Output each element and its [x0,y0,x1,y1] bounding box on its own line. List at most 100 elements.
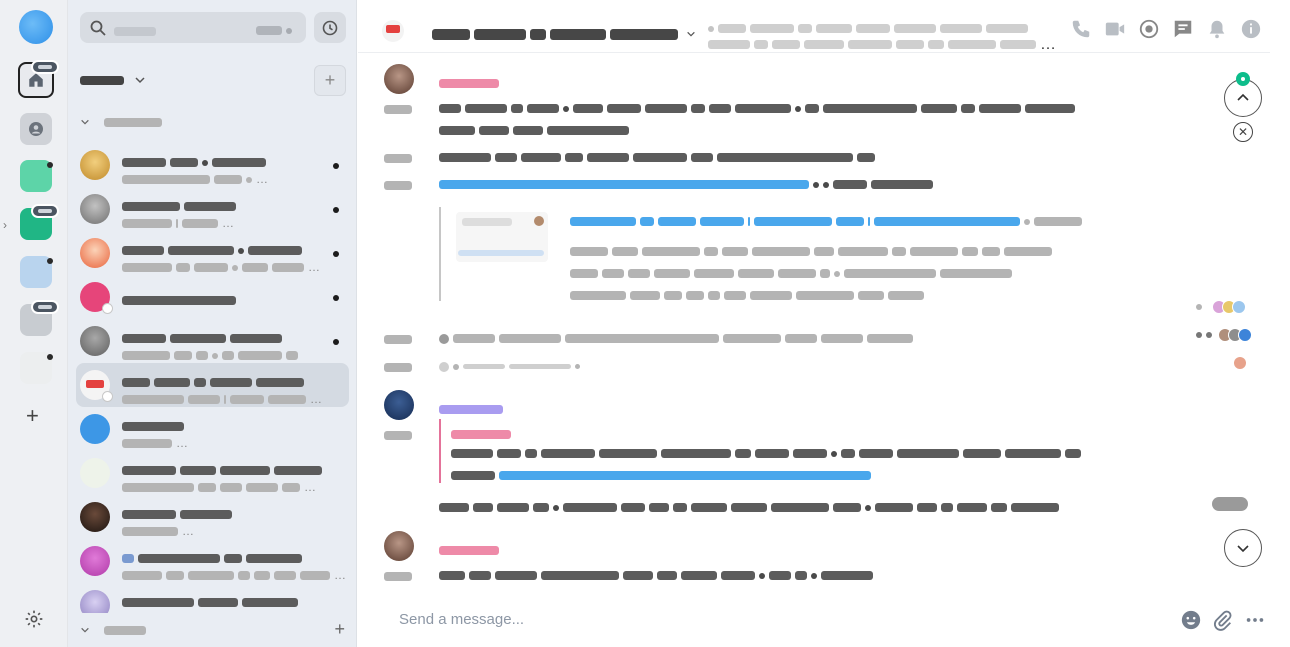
room-header: … [358,0,1270,53]
chevron-down-icon [135,77,145,84]
list-item[interactable]: … [76,187,349,231]
sender-name[interactable] [439,75,503,93]
unread-dot [333,251,339,257]
add-room-icon[interactable]: + [334,619,345,640]
app-logo-icon[interactable] [19,10,53,44]
settings-icon[interactable] [24,609,44,629]
chevron-up-icon [1237,93,1249,101]
video-call-icon[interactable] [1104,18,1126,40]
avatar[interactable] [384,531,414,561]
unread-dot [47,258,53,264]
reply-quote-sender[interactable] [451,426,515,444]
close-icon[interactable]: ✕ [1233,122,1253,142]
start-chat-button[interactable]: + [314,65,346,96]
timestamp [384,331,416,349]
unread-count-badge [31,300,59,314]
room-list-panel: + … … … … … … … … + [68,0,357,647]
unread-dot [333,295,339,301]
room-view: … ✕ Send a message... [358,0,1290,647]
timestamp [384,359,416,377]
timestamp [384,427,416,445]
message-body [439,122,633,140]
avatar [80,458,110,488]
unread-dot [333,339,339,345]
room-avatar[interactable] [382,20,404,42]
list-item[interactable] [76,319,349,363]
voice-call-icon[interactable] [1070,18,1092,40]
threads-icon[interactable] [1138,18,1160,40]
timestamp [384,568,416,586]
timestamp [384,101,416,119]
link[interactable] [439,180,809,190]
read-receipt-avatar[interactable] [1234,357,1246,369]
state-event [439,358,584,376]
create-space-icon[interactable]: + [26,405,39,427]
room-filter-dropdown[interactable] [80,74,146,86]
unread-dot [333,163,339,169]
chevron-right-icon[interactable]: › [3,218,7,232]
read-receipts[interactable] [1196,328,1252,342]
list-item-selected[interactable]: … [76,363,349,407]
reply-quote-border [439,419,441,483]
unread-indicator [1236,72,1250,86]
people-button[interactable] [20,113,52,145]
unread-dot [333,207,339,213]
avatar [80,150,110,180]
message-body [439,100,1079,118]
read-receipts[interactable] [1196,300,1246,314]
avatar[interactable] [384,390,414,420]
list-item[interactable]: … [76,407,349,451]
read-receipts[interactable] [1212,497,1248,511]
avatar [80,590,110,613]
avatar [80,238,110,268]
chevron-down-icon [687,31,696,37]
avatar [80,194,110,224]
chevron-down-icon [81,627,89,633]
section-header-collapsed[interactable]: + [80,619,345,639]
message-body [439,499,1063,517]
sender-name[interactable] [439,542,503,560]
list-item[interactable]: … [76,495,349,539]
avatar [80,502,110,532]
list-item[interactable]: … [76,451,349,495]
search-input[interactable] [80,12,306,43]
message-body [439,567,877,585]
message-input[interactable] [383,605,1143,633]
link[interactable] [499,471,871,481]
jump-to-bottom-button[interactable] [1224,529,1262,567]
avatar [80,282,113,314]
history-button[interactable] [314,12,346,43]
room-name[interactable] [432,26,696,44]
emoji-icon[interactable] [1180,609,1202,631]
attachment-icon[interactable] [1212,609,1234,631]
jump-to-first-unread-button[interactable] [1224,72,1262,117]
list-item[interactable]: … [76,539,349,583]
unread-count-badge [31,204,59,218]
bell-icon[interactable] [1206,18,1228,40]
chat-icon[interactable] [1172,18,1194,40]
timestamp [384,177,416,195]
message-composer [383,599,1266,639]
list-item[interactable]: … [76,143,349,187]
room-topic[interactable]: … [708,20,1056,53]
people-icon [29,122,43,136]
search-icon [90,20,106,36]
avatar[interactable] [384,64,414,94]
chevron-down-icon [1237,545,1249,553]
room-list: … … … … … … … … [76,143,349,613]
avatar [80,370,113,402]
list-item[interactable] [76,275,349,319]
unread-dot [47,162,53,168]
unread-count-badge [31,60,59,74]
history-icon [322,20,338,35]
more-icon[interactable] [1244,609,1266,631]
sender-name[interactable] [439,401,507,419]
info-icon[interactable] [1240,18,1262,40]
avatar [80,326,110,356]
unread-dot [47,354,53,360]
list-item[interactable] [76,583,349,613]
list-item[interactable]: … [76,231,349,275]
section-header-rooms[interactable] [80,117,166,127]
reply-quote-body [451,467,875,485]
header-actions [1070,18,1262,40]
